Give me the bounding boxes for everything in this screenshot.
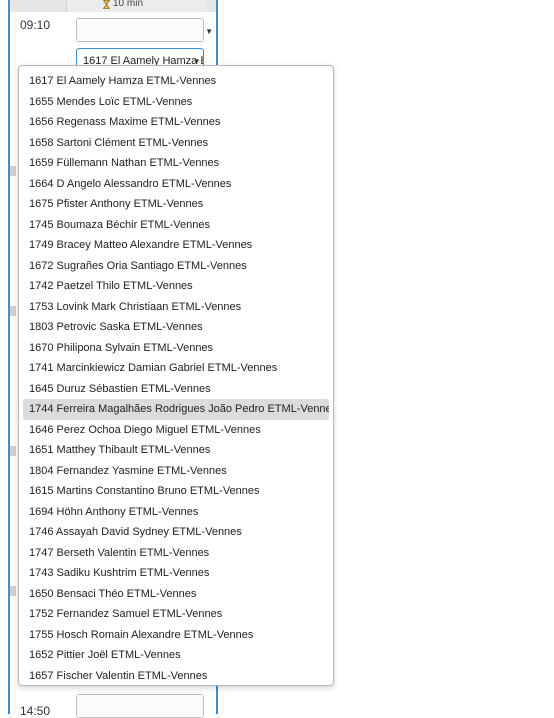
dropdown-option[interactable]: 1657 Fischer Valentin ETML-Vennes [23, 666, 329, 687]
row-separator [10, 446, 16, 456]
dropdown-option[interactable]: 1652 Pittier Joël ETML-Vennes [23, 645, 329, 666]
student-options-list[interactable]: 1617 El Aamely Hamza ETML-Vennes 1655 Men… [18, 65, 334, 686]
dropdown-option[interactable]: 1749 Bracey Matteo Alexandre ETML-Vennes [23, 235, 329, 256]
dropdown-option[interactable]: 1651 Matthey Thibault ETML-Vennes [23, 440, 329, 461]
dropdown-option[interactable]: 1650 Bensaci Théo ETML-Vennes [23, 584, 329, 605]
dropdown-option[interactable]: 1670 Philipona Sylvain ETML-Vennes [23, 338, 329, 359]
dropdown-option[interactable]: 1755 Hosch Romain Alexandre ETML-Vennes [23, 625, 329, 646]
slot-dropdown[interactable]: ▼ [76, 18, 213, 42]
dropdown-option[interactable]: 1664 D Angelo Alessandro ETML-Vennes [23, 174, 329, 195]
dropdown-option[interactable]: 1655 Mendes Loïc ETML-Vennes [23, 92, 329, 113]
dropdown-option[interactable]: 1656 Regenass Maxime ETML-Vennes [23, 112, 329, 133]
dropdown-option[interactable]: 1672 Sugrañes Oria Santiago ETML-Vennes [23, 256, 329, 277]
dropdown-option[interactable]: 1659 Füllemann Nathan ETML-Vennes [23, 153, 329, 174]
dropdown-option[interactable]: 1804 Fernandez Yasmine ETML-Vennes [23, 461, 329, 482]
header-slot: 10 min [66, 0, 207, 12]
dropdown-option[interactable]: 1746 Assayah David Sydney ETML-Vennes [23, 522, 329, 543]
dropdown-option[interactable]: 1743 Sadiku Kushtrim ETML-Vennes [23, 563, 329, 584]
dropdown-option[interactable]: 1745 Boumaza Béchir ETML-Vennes [23, 215, 329, 236]
caret-down-icon: ▼ [205, 27, 213, 36]
dropdown-option[interactable]: 1747 Berseth Valentin ETML-Vennes [23, 543, 329, 564]
dropdown-option[interactable]: 1753 Lovink Mark Christiaan ETML-Vennes [23, 297, 329, 318]
time-label-first: 09:10 [20, 18, 51, 32]
dropdown-option[interactable]: 1645 Duruz Sébastien ETML-Vennes [23, 379, 329, 400]
dropdown-option[interactable]: 1803 Petrovic Saska ETML-Vennes [23, 317, 329, 338]
dropdown-option[interactable]: 1752 Fernandez Samuel ETML-Vennes [23, 604, 329, 625]
slot-dropdown[interactable] [76, 694, 204, 718]
dropdown-option[interactable]: 1675 Pfister Anthony ETML-Vennes [23, 194, 329, 215]
duration-label: 10 min [113, 0, 144, 9]
dropdown-option[interactable]: 1742 Paetzel Thilo ETML-Vennes [23, 276, 329, 297]
row-separator [10, 166, 16, 176]
dropdown-option[interactable]: 1694 Höhn Anthony ETML-Vennes [23, 502, 329, 523]
row-separator [10, 306, 16, 316]
row-separator [10, 586, 16, 596]
dropdown-option[interactable]: 1617 El Aamely Hamza ETML-Vennes [23, 71, 329, 92]
dropdown-option[interactable]: 1646 Perez Ochoa Diego Miguel ETML-Venne… [23, 420, 329, 441]
hourglass-icon [103, 0, 110, 9]
dropdown-option[interactable]: 1658 Sartoni Clément ETML-Vennes [23, 133, 329, 154]
dropdown-option[interactable]: 1744 Ferreira Magalhães Rodrigues João P… [23, 399, 329, 420]
time-label-last: 14:50 [20, 704, 51, 718]
dropdown-option[interactable]: 1741 Marcinkiewicz Damian Gabriel ETML-V… [23, 358, 329, 379]
dropdown-option[interactable]: 1615 Martins Constantino Bruno ETML-Venn… [23, 481, 329, 502]
